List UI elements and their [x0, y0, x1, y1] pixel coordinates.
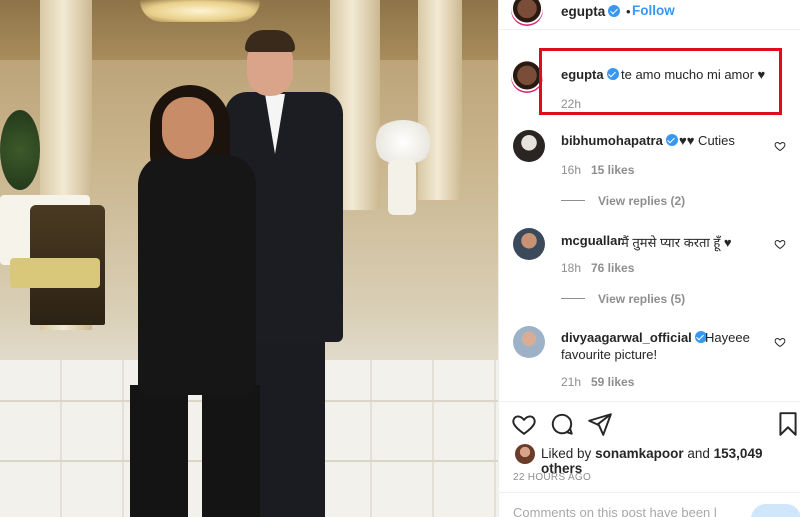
replies-line — [561, 200, 585, 201]
author-username-text[interactable]: egupta — [561, 4, 605, 19]
actions-divider — [499, 401, 800, 402]
woman-face — [162, 97, 214, 159]
floating-action-bubble[interactable] — [751, 504, 800, 517]
comment-icon[interactable] — [549, 411, 575, 437]
photo-orchid — [372, 120, 434, 165]
woman-pants — [130, 385, 188, 517]
post-side-panel: egupta • Follow egupta te amo mucho mi a… — [498, 0, 800, 517]
comment-time[interactable]: 16h — [561, 163, 581, 177]
comment-username[interactable]: divyaagarwal_official — [561, 330, 707, 345]
comment-like-heart-icon[interactable] — [774, 140, 786, 152]
man-hair — [245, 30, 295, 52]
photo-woman — [120, 85, 260, 517]
comments-disabled-text: Comments on this post have been l — [513, 505, 717, 517]
comment-text-continued: favourite picture! — [561, 347, 658, 362]
comment-text: ♥♥ Cuties — [679, 133, 735, 148]
verified-badge-icon — [665, 134, 678, 146]
comment-likes[interactable]: 59 likes — [591, 375, 634, 389]
liked-by-middle: and — [687, 446, 710, 461]
comment-username-text[interactable]: divyaagarwal_official — [561, 330, 692, 345]
author-avatar[interactable] — [511, 0, 543, 26]
header-separator: • — [626, 4, 631, 19]
comment-like-heart-icon[interactable] — [774, 238, 786, 250]
post-header: egupta • Follow — [499, 0, 800, 29]
verified-badge-icon — [608, 5, 621, 17]
header-divider — [499, 29, 800, 30]
comment-likes[interactable]: 15 likes — [591, 163, 634, 177]
comment-avatar[interactable] — [513, 130, 545, 162]
woman-pants — [202, 385, 260, 517]
photo-chair-seat — [10, 258, 100, 288]
view-replies-button[interactable]: View replies (5) — [598, 292, 685, 306]
comment-text: Hayeee — [705, 330, 750, 345]
comment-username-text[interactable]: bibhumohapatra — [561, 133, 663, 148]
comment-time[interactable]: 21h — [561, 375, 581, 389]
author-username[interactable]: egupta — [561, 4, 621, 19]
post-timestamp[interactable]: 22 HOURS AGO — [513, 472, 591, 483]
liked-by-prefix: Liked by — [541, 446, 592, 461]
replies-line — [561, 298, 585, 299]
bookmark-icon[interactable] — [775, 411, 800, 437]
share-icon[interactable] — [587, 411, 613, 437]
comment-text: मैं तुमसे प्यार करता हूँ ♥ — [621, 235, 732, 250]
comment-likes[interactable]: 76 likes — [591, 261, 634, 275]
follow-button[interactable]: Follow — [632, 3, 675, 18]
woman-coat — [138, 155, 256, 395]
comment-username[interactable]: bibhumohapatra — [561, 133, 678, 148]
comment-time[interactable]: 18h — [561, 261, 581, 275]
man-legs — [255, 330, 325, 517]
comment-box-divider — [499, 492, 800, 493]
post-photo[interactable] — [0, 0, 498, 517]
post-action-bar — [499, 405, 800, 441]
caption-highlight-box — [539, 48, 782, 115]
heart-icon[interactable] — [511, 411, 537, 437]
photo-plant — [0, 110, 40, 190]
view-replies-button[interactable]: View replies (2) — [598, 194, 685, 208]
photo-vase — [388, 160, 416, 215]
liked-by-avatar[interactable] — [515, 444, 535, 464]
photo-column — [418, 0, 462, 200]
comment-username[interactable]: mcguallar — [561, 233, 622, 248]
liked-by-user[interactable]: sonamkapoor — [595, 446, 684, 461]
comment-avatar[interactable] — [513, 326, 545, 358]
photo-chandelier — [140, 0, 260, 22]
comment-avatar[interactable] — [513, 228, 545, 260]
comment-like-heart-icon[interactable] — [774, 336, 786, 348]
